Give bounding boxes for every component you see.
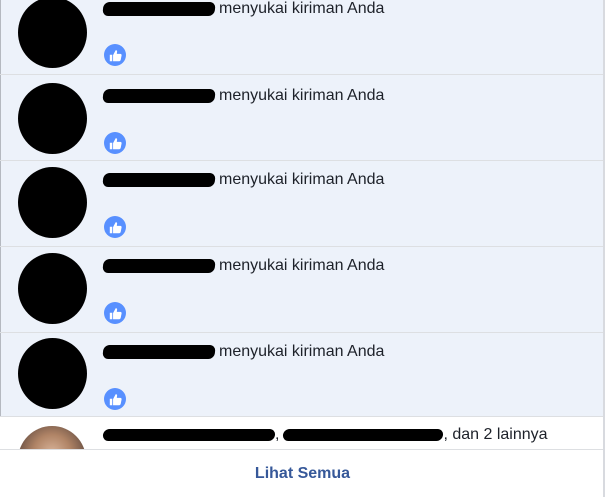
- actor-name-redacted[interactable]: [102, 2, 216, 16]
- avatar[interactable]: [18, 253, 87, 324]
- notification-item[interactable]: menyukai kiriman Anda: [0, 0, 605, 75]
- notification-text: menyukai kiriman Anda: [102, 0, 385, 20]
- action-text: menyukai kiriman Anda: [219, 0, 385, 17]
- actor-name-redacted[interactable]: [282, 429, 445, 441]
- avatar[interactable]: [18, 83, 87, 154]
- avatar[interactable]: [18, 426, 86, 449]
- name-separator: ,: [275, 426, 280, 443]
- notification-item[interactable]: , , dan 2 lainnya: [0, 417, 605, 449]
- notification-text: , , dan 2 lainnya: [102, 424, 548, 446]
- notification-text: menyukai kiriman Anda: [102, 341, 385, 363]
- actor-name-redacted[interactable]: [102, 259, 216, 273]
- others-count-text: , dan 2 lainnya: [443, 426, 548, 443]
- avatar[interactable]: [18, 167, 87, 238]
- like-icon: [104, 216, 126, 238]
- actor-name-redacted[interactable]: [102, 89, 216, 103]
- action-text: menyukai kiriman Anda: [219, 343, 385, 360]
- action-text: menyukai kiriman Anda: [219, 87, 385, 104]
- notification-item[interactable]: menyukai kiriman Anda: [0, 75, 605, 161]
- action-text: menyukai kiriman Anda: [219, 171, 385, 188]
- notifications-panel: menyukai kiriman Anda menyukai kiriman A…: [0, 0, 605, 497]
- like-icon: [104, 302, 126, 324]
- like-icon: [104, 132, 126, 154]
- action-text: menyukai kiriman Anda: [219, 257, 385, 274]
- notification-text: menyukai kiriman Anda: [102, 255, 385, 277]
- notification-item[interactable]: menyukai kiriman Anda: [0, 247, 605, 333]
- actor-name-redacted[interactable]: [102, 345, 216, 359]
- notifications-footer: Lihat Semua: [0, 449, 605, 497]
- notification-text: menyukai kiriman Anda: [102, 169, 385, 191]
- avatar[interactable]: [18, 0, 87, 68]
- actor-name-redacted[interactable]: [102, 173, 216, 187]
- actor-name-redacted[interactable]: [102, 429, 276, 441]
- avatar[interactable]: [18, 338, 87, 409]
- like-icon: [104, 388, 126, 410]
- see-all-link[interactable]: Lihat Semua: [255, 465, 350, 483]
- like-icon: [104, 44, 126, 66]
- notification-item[interactable]: menyukai kiriman Anda: [0, 161, 605, 247]
- notification-text: menyukai kiriman Anda: [102, 85, 385, 107]
- notification-item[interactable]: menyukai kiriman Anda: [0, 333, 605, 417]
